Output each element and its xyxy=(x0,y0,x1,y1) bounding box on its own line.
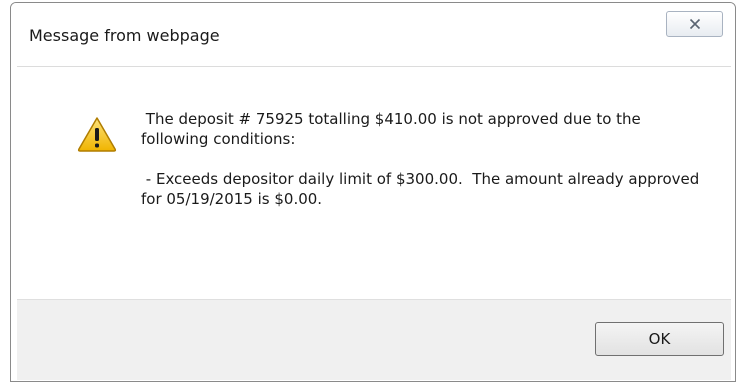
dialog-footer: OK xyxy=(17,299,731,380)
warning-icon xyxy=(77,117,117,152)
message-dialog: Message from webpage The deposit # 75925… xyxy=(10,2,736,382)
message-line-1: The deposit # 75925 totalling $410.00 is… xyxy=(141,110,646,148)
dialog-titlebar: Message from webpage xyxy=(11,3,735,63)
close-button[interactable] xyxy=(666,11,723,37)
close-icon xyxy=(689,18,701,30)
message-line-2: - Exceeds depositor daily limit of $300.… xyxy=(141,170,705,208)
dialog-message: The deposit # 75925 totalling $410.00 is… xyxy=(141,109,711,209)
dialog-title: Message from webpage xyxy=(29,26,220,45)
dialog-content: The deposit # 75925 totalling $410.00 is… xyxy=(17,66,731,300)
ok-button[interactable]: OK xyxy=(595,322,724,356)
